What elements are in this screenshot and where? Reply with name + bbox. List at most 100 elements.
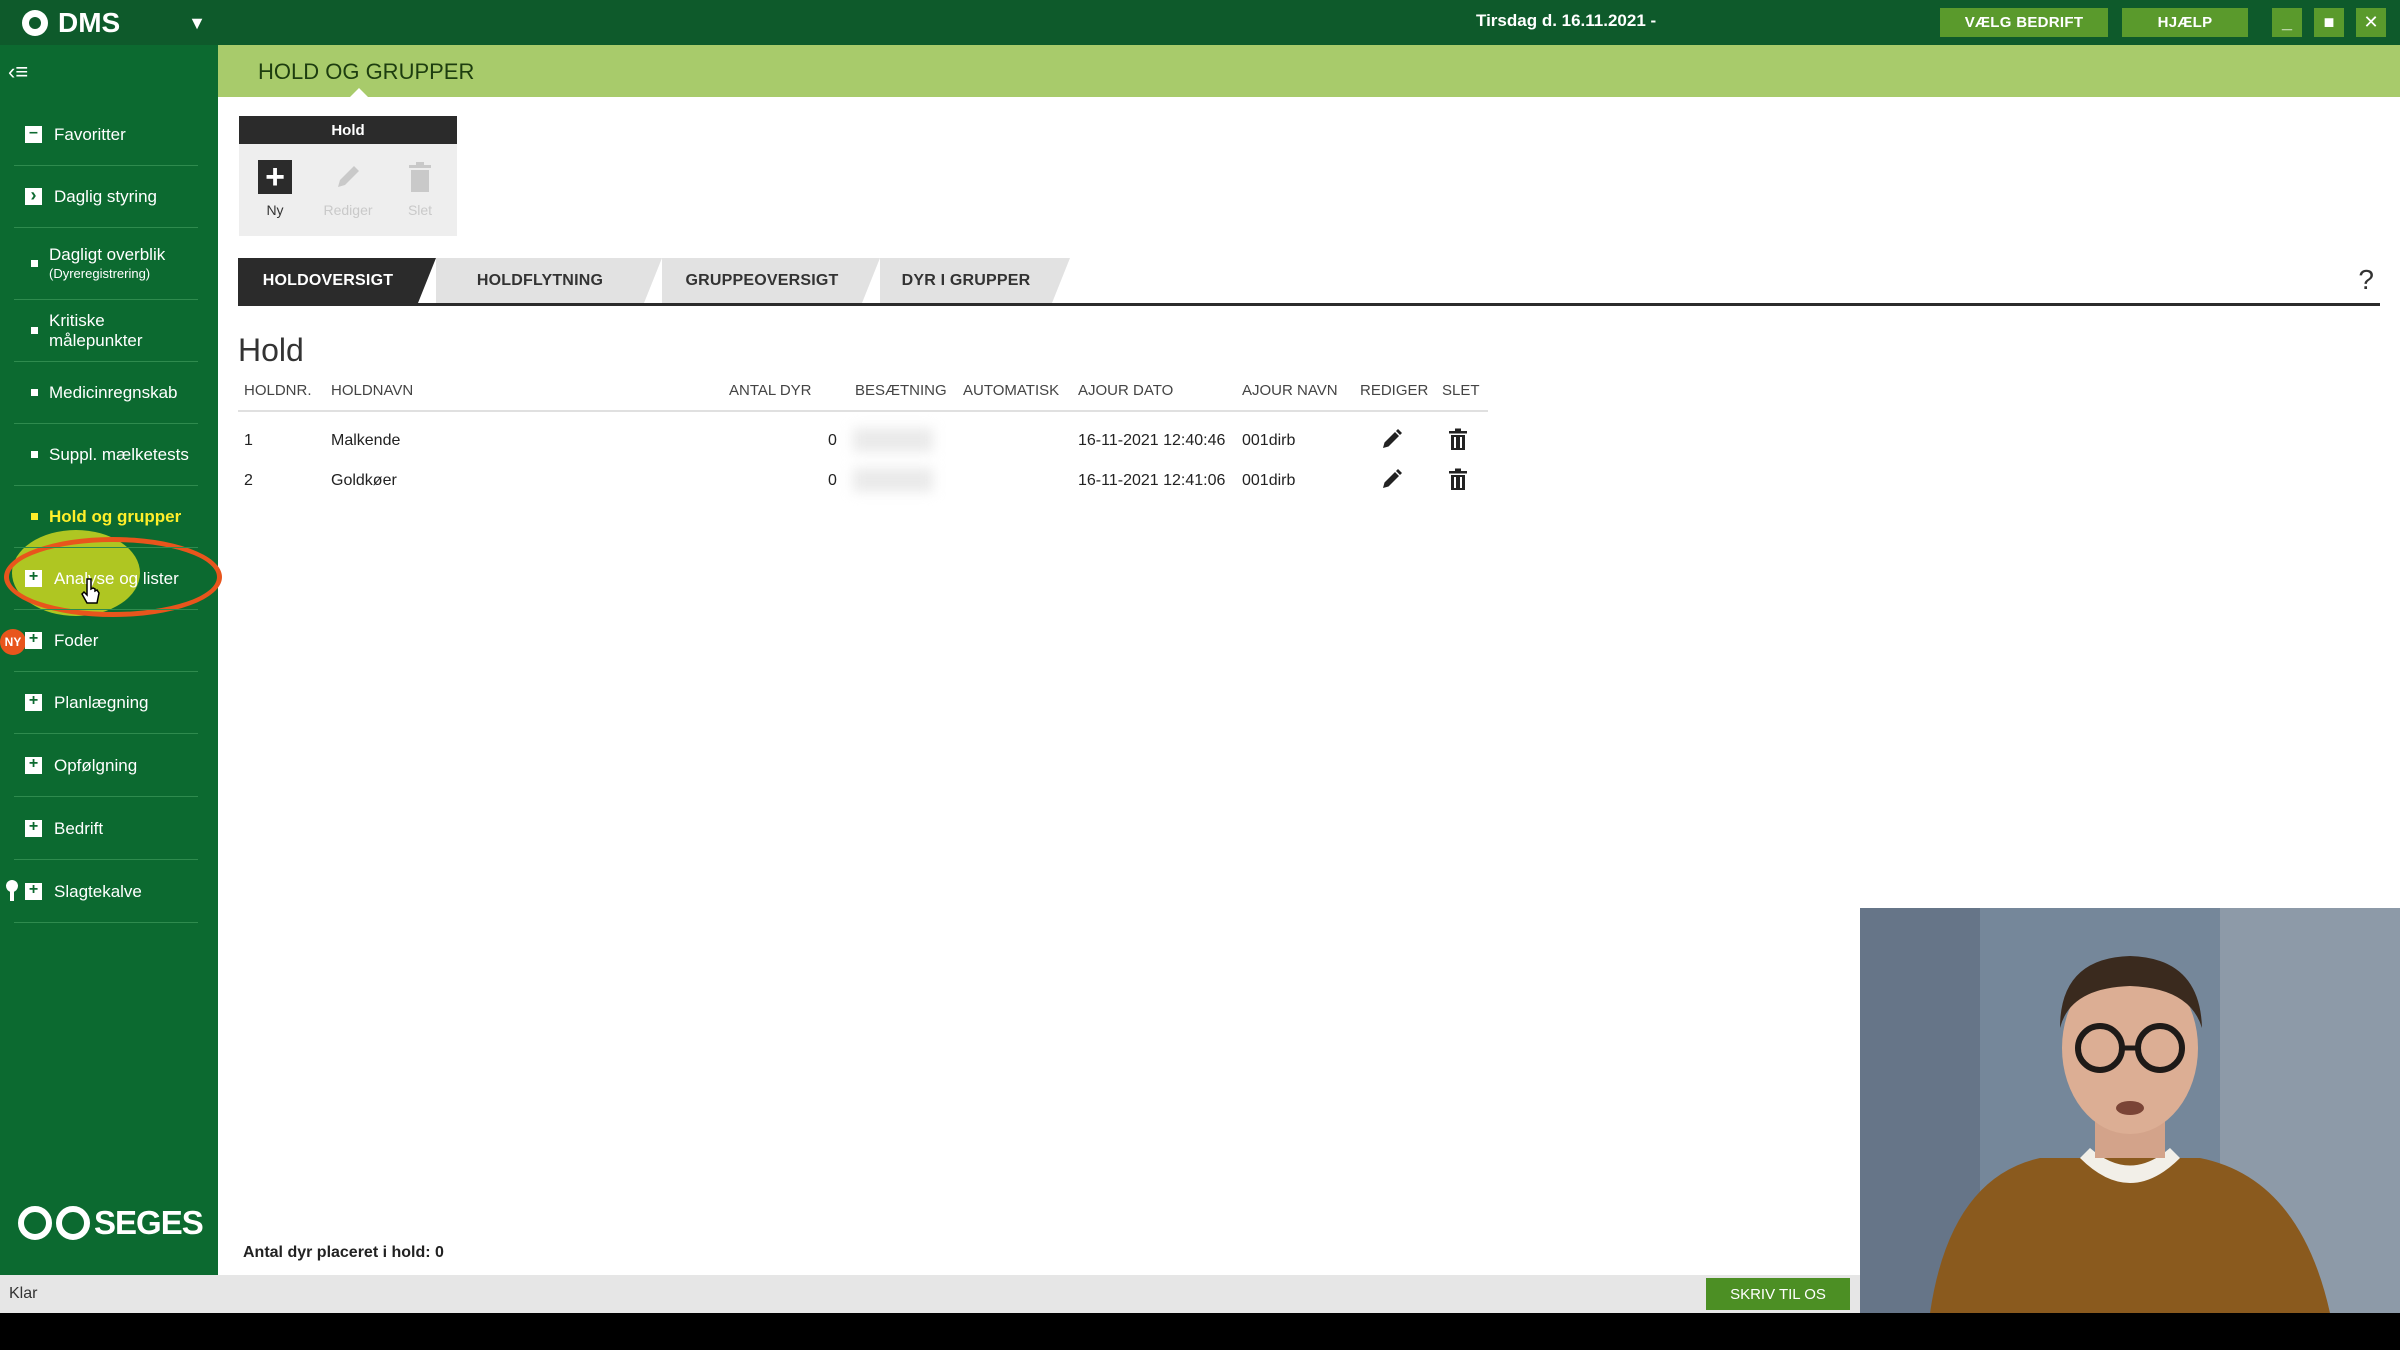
plus-box-icon — [25, 692, 42, 711]
new-button[interactable]: + Ny — [250, 160, 300, 218]
sidebar: ‹≡ Favoritter Daglig styring Dagligt ove… — [0, 45, 222, 1275]
sidebar-item-label: Favoritter — [54, 124, 126, 144]
cell-holdnr: 1 — [244, 432, 253, 449]
edit-row-pencil-icon[interactable] — [1380, 467, 1404, 491]
plus-box-icon — [25, 630, 42, 649]
plus-box-icon — [25, 568, 42, 587]
chevron-right-box-icon — [25, 185, 42, 206]
seges-ring-icon — [56, 1206, 90, 1240]
sidebar-item-label: Hold og grupper — [49, 506, 182, 526]
minus-box-icon — [25, 124, 42, 143]
toolbar-group-title: Hold — [239, 116, 457, 144]
sidebar-item-suppl-maelketests[interactable]: Suppl. mælketests — [14, 424, 198, 486]
table-header: HOLDNR. HOLDNAVN ANTAL DYR BESÆTNING AUT… — [238, 376, 1488, 412]
hold-toolbar: Hold + Ny Rediger Slet — [239, 116, 457, 236]
sidebar-item-kritiske-malepunkter[interactable]: Kritiske målepunkter — [14, 300, 198, 362]
webcam-overlay — [1860, 908, 2400, 1313]
tab-holdoversigt[interactable]: HOLDOVERSIGT — [238, 258, 436, 303]
sidebar-item-planlaegning[interactable]: Planlægning — [14, 672, 198, 734]
column-header[interactable]: BESÆTNING — [855, 382, 947, 399]
column-header[interactable]: AUTOMATISK — [963, 382, 1059, 399]
edit-button[interactable]: Rediger — [323, 160, 373, 218]
sidebar-item-label: Opfølgning — [54, 755, 138, 775]
help-question-icon[interactable]: ? — [2358, 264, 2374, 296]
bullet-icon — [31, 260, 38, 267]
header-notch — [350, 88, 368, 97]
cell-besaetning-redacted — [853, 468, 933, 492]
contact-us-button[interactable]: SKRIV TIL OS — [1706, 1278, 1850, 1310]
column-header: SLET — [1442, 382, 1480, 399]
trash-icon — [403, 160, 437, 194]
delete-row-trash-icon[interactable] — [1446, 467, 1470, 491]
sidebar-item-dagligt-overblik[interactable]: Dagligt overblik (Dyreregistrering) — [14, 228, 198, 300]
sidebar-item-label: Suppl. mælketests — [49, 444, 189, 464]
sidebar-item-analyse-og-lister[interactable]: Analyse og lister — [14, 548, 198, 610]
mouse-cursor-icon — [81, 578, 100, 604]
cell-ajour-dato: 16-11-2021 12:41:06 — [1078, 472, 1226, 489]
status-text: Klar — [9, 1285, 38, 1302]
sidebar-item-sublabel: (Dyreregistrering) — [49, 265, 151, 281]
sidebar-item-opfolgning[interactable]: Opfølgning — [14, 735, 198, 797]
bullet-icon — [31, 513, 38, 520]
dms-logo-icon — [22, 10, 48, 36]
page-header: HOLD OG GRUPPER — [218, 45, 2400, 97]
brand-name: SEGES — [94, 1204, 204, 1241]
animal-count-summary: Antal dyr placeret i hold: 0 — [243, 1244, 444, 1261]
close-button[interactable]: ✕ — [2356, 8, 2386, 37]
seges-ring-icon — [18, 1206, 52, 1240]
sidebar-item-medicinregnskab[interactable]: Medicinregnskab — [14, 362, 198, 424]
edit-row-pencil-icon[interactable] — [1380, 427, 1404, 451]
delete-row-trash-icon[interactable] — [1446, 427, 1470, 451]
table-row[interactable]: 2 Goldkøer 0 16-11-2021 12:41:06 001dirb — [238, 460, 1488, 500]
column-header[interactable]: ANTAL DYR — [729, 382, 812, 399]
sidebar-item-hold-og-grupper[interactable]: Hold og grupper — [14, 486, 198, 548]
column-header[interactable]: AJOUR NAVN — [1242, 382, 1338, 399]
sidebar-item-label: Medicinregnskab — [49, 382, 178, 402]
bullet-icon — [31, 451, 38, 458]
table-row[interactable]: 1 Malkende 0 16-11-2021 12:40:46 001dirb — [238, 420, 1488, 460]
tab-holdflytning[interactable]: HOLDFLYTNING — [436, 258, 662, 303]
bullet-icon — [31, 327, 38, 334]
column-header[interactable]: HOLDNR. — [244, 382, 312, 399]
sidebar-item-bedrift[interactable]: Bedrift — [14, 798, 198, 860]
hold-table: HOLDNR. HOLDNAVN ANTAL DYR BESÆTNING AUT… — [238, 376, 1488, 500]
column-header[interactable]: HOLDNAVN — [331, 382, 413, 399]
delete-label: Slet — [407, 202, 433, 218]
page-title: HOLD OG GRUPPER — [258, 59, 475, 84]
sidebar-item-favoritter[interactable]: Favoritter — [14, 104, 198, 166]
section-title: Hold — [238, 332, 304, 368]
choose-company-button[interactable]: VÆLG BEDRIFT — [1940, 8, 2108, 37]
collapse-menu-icon[interactable]: ‹≡ — [8, 61, 28, 83]
cell-antal-dyr: 0 — [828, 432, 837, 449]
tab-gruppeoversigt[interactable]: GRUPPEOVERSIGT — [662, 258, 880, 303]
sidebar-item-label: Foder — [54, 630, 99, 650]
sidebar-item-slagtekalve[interactable]: Slagtekalve — [14, 861, 198, 923]
sidebar-item-label: Dagligt overblik — [49, 244, 166, 264]
cell-ajour-navn: 001dirb — [1242, 472, 1296, 489]
sidebar-item-label: Kritiske målepunkter — [49, 310, 143, 350]
sidebar-item-label: Bedrift — [54, 818, 104, 838]
tab-bar: HOLDOVERSIGT HOLDFLYTNING GRUPPEOVERSIGT… — [238, 258, 2380, 306]
new-label: Ny — [266, 202, 284, 218]
plus-icon: + — [258, 160, 292, 194]
cell-ajour-navn: 001dirb — [1242, 432, 1296, 449]
tab-dyr-i-grupper[interactable]: DYR I GRUPPER — [880, 258, 1070, 303]
plus-box-icon — [25, 818, 42, 837]
delete-button[interactable]: Slet — [395, 160, 445, 218]
app-logo: DMS — [22, 6, 120, 40]
help-button[interactable]: HJÆLP — [2122, 8, 2248, 37]
cell-besaetning-redacted — [853, 428, 933, 452]
cell-holdnavn: Goldkøer — [331, 472, 397, 489]
sidebar-item-foder[interactable]: Foder — [14, 610, 198, 672]
current-date: Tirsdag d. 16.11.2021 - — [1476, 11, 1657, 30]
app-window: DMS ▼ Tirsdag d. 16.11.2021 - VÆLG BEDRI… — [0, 0, 2400, 1313]
column-header[interactable]: AJOUR DATO — [1078, 382, 1173, 399]
app-menu-dropdown-icon[interactable]: ▼ — [186, 12, 208, 34]
minimize-button[interactable]: _ — [2272, 8, 2302, 37]
edit-label: Rediger — [323, 202, 373, 218]
sidebar-item-label: Daglig styring — [54, 186, 157, 206]
pencil-icon — [331, 160, 365, 194]
sidebar-item-daglig-styring[interactable]: Daglig styring — [14, 166, 198, 228]
maximize-button[interactable]: ■ — [2314, 8, 2344, 37]
cell-holdnr: 2 — [244, 472, 253, 489]
